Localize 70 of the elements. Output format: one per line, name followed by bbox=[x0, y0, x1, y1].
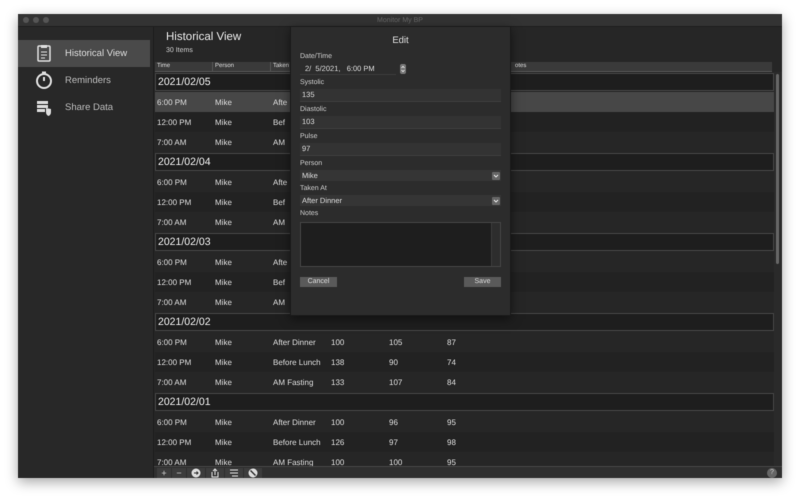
table-cell: Bef bbox=[273, 278, 286, 286]
table-cell: 6:00 PM bbox=[157, 418, 187, 426]
table-cell: 97 bbox=[389, 438, 398, 446]
table-cell: AM bbox=[273, 218, 285, 226]
table-cell: 100 bbox=[389, 458, 402, 466]
table-cell: 96 bbox=[389, 418, 398, 426]
table-cell: 12:00 PM bbox=[157, 118, 192, 126]
table-cell: Mike bbox=[215, 338, 232, 346]
table-cell: AM Fasting bbox=[273, 458, 314, 466]
table-cell: 133 bbox=[331, 378, 344, 386]
table-cell: Mike bbox=[215, 118, 232, 126]
table-cell: 100 bbox=[331, 338, 344, 346]
table-cell: Mike bbox=[215, 298, 232, 306]
page-title: Historical View bbox=[166, 31, 242, 43]
table-cell: 95 bbox=[447, 418, 456, 426]
table-cell: 87 bbox=[447, 338, 456, 346]
date-heading: 2021/02/05 bbox=[158, 76, 211, 88]
table-cell: 12:00 PM bbox=[157, 278, 192, 286]
table-cell: 84 bbox=[447, 378, 456, 386]
table-cell: Afte bbox=[273, 98, 288, 106]
table-cell: 6:00 PM bbox=[157, 338, 187, 346]
table-cell: 100 bbox=[331, 418, 344, 426]
table-cell: 100 bbox=[331, 458, 344, 466]
table-cell: 7:00 AM bbox=[157, 298, 186, 306]
table-cell: 12:00 PM bbox=[157, 198, 192, 206]
table-cell: 12:00 PM bbox=[157, 358, 192, 366]
table-cell: Afte bbox=[273, 258, 288, 266]
table-cell: AM bbox=[273, 298, 285, 306]
table-cell: 107 bbox=[389, 378, 402, 386]
table-cell: Before Lunch bbox=[273, 438, 321, 446]
table-cell: Bef bbox=[273, 198, 286, 206]
table-cell: 105 bbox=[389, 338, 402, 346]
table-cell: Before Lunch bbox=[273, 358, 321, 366]
table-cell: 6:00 PM bbox=[157, 258, 187, 266]
table-cell: 98 bbox=[447, 438, 456, 446]
table-cell: Mike bbox=[215, 218, 232, 226]
table-cell: Mike bbox=[215, 438, 232, 446]
table-cell: Mike bbox=[215, 278, 232, 286]
table-cell: 74 bbox=[447, 358, 456, 366]
table-cell: 126 bbox=[331, 438, 344, 446]
table-cell: Mike bbox=[215, 378, 232, 386]
table-cell: 12:00 PM bbox=[157, 438, 192, 446]
date-heading: 2021/02/02 bbox=[158, 316, 211, 328]
dialog-title: Edit bbox=[391, 35, 410, 48]
table-cell: AM bbox=[273, 138, 285, 146]
table-cell: 7:00 AM bbox=[157, 458, 186, 466]
table-cell: 6:00 PM bbox=[157, 98, 187, 106]
table-cell: Mike bbox=[215, 458, 232, 466]
table-cell: After Dinner bbox=[273, 338, 316, 346]
date-heading: 2021/02/01 bbox=[158, 396, 211, 408]
table-cell: Mike bbox=[215, 98, 232, 106]
table-cell: 7:00 AM bbox=[157, 378, 186, 386]
table-cell: 7:00 AM bbox=[157, 218, 186, 226]
table-cell: 138 bbox=[331, 358, 344, 366]
table-cell: Mike bbox=[215, 178, 232, 186]
table-cell: 6:00 PM bbox=[157, 178, 187, 186]
table-cell: Mike bbox=[215, 138, 232, 146]
table-cell: Afte bbox=[273, 178, 288, 186]
date-heading: 2021/02/03 bbox=[158, 236, 211, 248]
table-cell: Mike bbox=[215, 418, 232, 426]
table-cell: Bef bbox=[273, 118, 286, 126]
table-cell: After Dinner bbox=[273, 418, 316, 426]
table-cell: 95 bbox=[447, 458, 456, 466]
table-cell: Mike bbox=[215, 258, 232, 266]
table-cell: 90 bbox=[389, 358, 398, 366]
table-cell: Mike bbox=[215, 198, 232, 206]
table-cell: 7:00 AM bbox=[157, 138, 186, 146]
table-cell: AM Fasting bbox=[273, 378, 314, 386]
table-cell: Mike bbox=[215, 358, 232, 366]
date-heading: 2021/02/04 bbox=[158, 156, 211, 168]
